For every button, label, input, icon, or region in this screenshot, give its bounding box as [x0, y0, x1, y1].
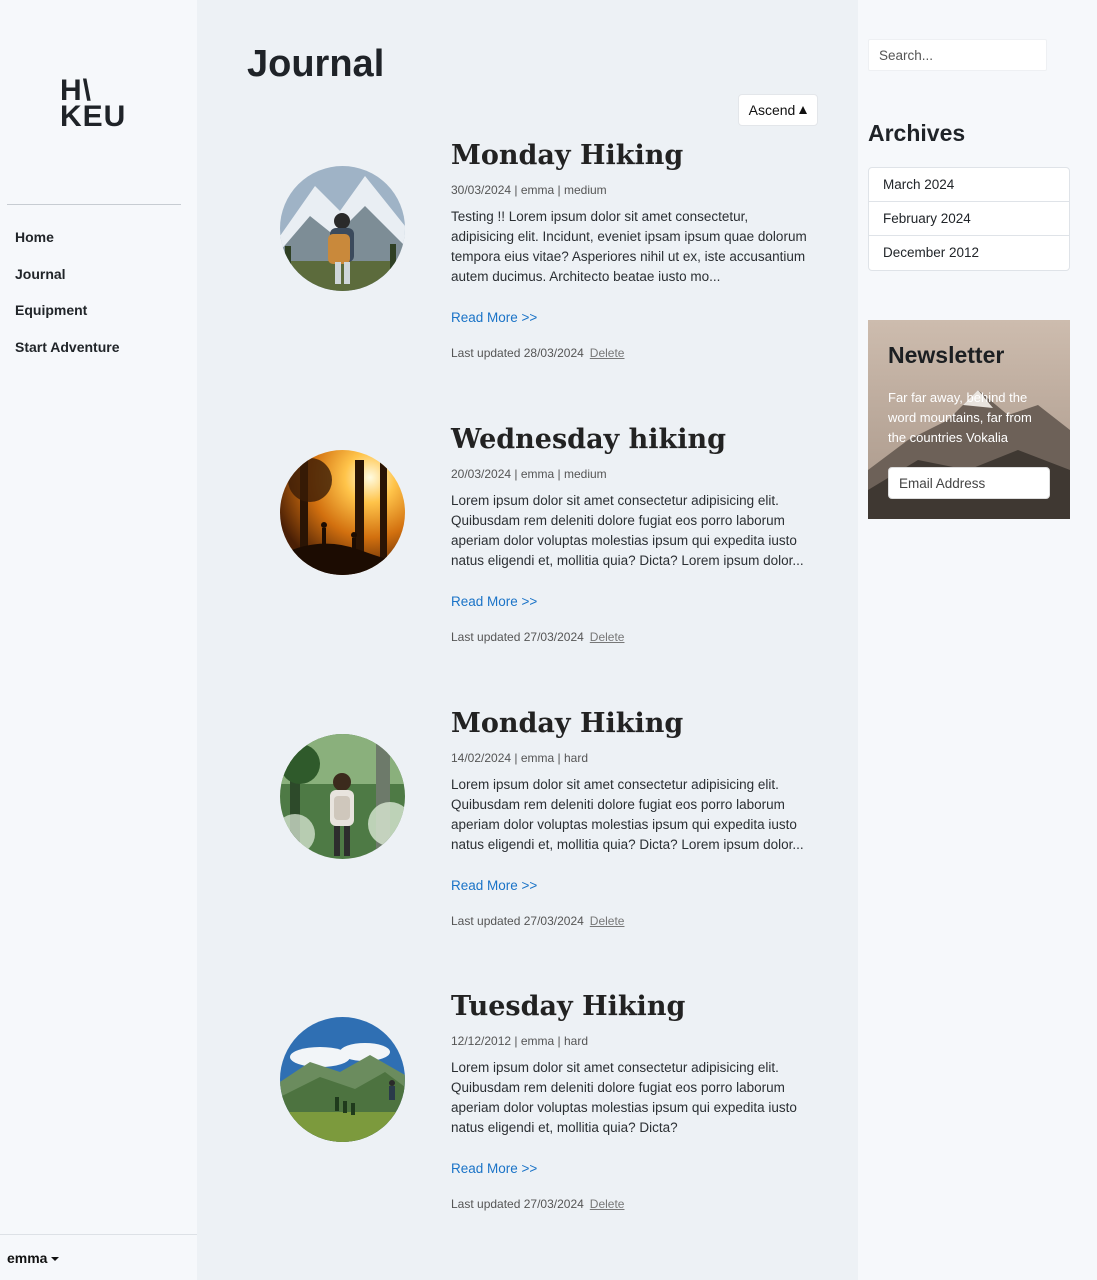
sidebar-footer-divider: [0, 1234, 197, 1235]
post-excerpt: Lorem ipsum dolor sit amet consectetur a…: [451, 493, 804, 568]
sidebar-nav: Home Journal Equipment Start Adventure: [15, 228, 120, 374]
delete-link[interactable]: Delete: [590, 914, 625, 928]
newsletter-text: Far far away, behind the word mountains,…: [888, 390, 1032, 445]
post-footer: Last updated 27/03/2024 Delete: [451, 630, 624, 644]
nav-item-start-adventure[interactable]: Start Adventure: [15, 338, 120, 375]
caret-down-icon: [51, 1257, 60, 1262]
delete-link[interactable]: Delete: [590, 1197, 625, 1211]
sort-button-label: Ascend: [748, 102, 796, 118]
nav-item-equipment[interactable]: Equipment: [15, 301, 120, 338]
post-excerpt: Lorem ipsum dolor sit amet consectetur a…: [451, 777, 804, 852]
post-updated: Last updated 27/03/2024: [451, 630, 584, 644]
post-thumbnail[interactable]: [280, 734, 405, 859]
archive-list: March 2024 February 2024 December 2012: [868, 167, 1070, 271]
journal-post: Tuesday Hiking 12/12/2012 | emma | hard …: [197, 991, 858, 1231]
sidebar: H\ KEU Home Journal Equipment Start Adve…: [0, 0, 197, 1280]
read-more-link[interactable]: Read More >>: [451, 594, 537, 609]
post-updated: Last updated 27/03/2024: [451, 1197, 584, 1211]
read-more-link[interactable]: Read More >>: [451, 878, 537, 893]
brand-logo[interactable]: H\ KEU: [60, 76, 127, 133]
search-input[interactable]: [868, 39, 1047, 71]
delete-link[interactable]: Delete: [590, 630, 625, 644]
journal-post: Monday Hiking 14/02/2024 | emma | hard L…: [197, 708, 858, 948]
hiker-snowy-mountains-image: [280, 166, 405, 291]
post-title[interactable]: Monday Hiking: [451, 708, 683, 739]
read-more-link[interactable]: Read More >>: [451, 310, 537, 325]
nav-item-home[interactable]: Home: [15, 228, 120, 265]
journal-post: Monday Hiking 30/03/2024 | emma | medium…: [197, 140, 858, 380]
newsletter-panel: Newsletter Far far away, behind the word…: [868, 320, 1070, 519]
post-excerpt: Testing !! Lorem ipsum dolor sit amet co…: [451, 209, 807, 284]
right-sidebar: Archives March 2024 February 2024 Decemb…: [858, 0, 1097, 1280]
post-footer: Last updated 27/03/2024 Delete: [451, 1197, 624, 1211]
archives-title: Archives: [868, 120, 966, 146]
newsletter-email-input[interactable]: [888, 467, 1050, 499]
sort-ascending-icon: [799, 106, 808, 114]
delete-link[interactable]: Delete: [590, 346, 625, 360]
brand-logo-line-2: KEU: [60, 100, 127, 133]
main-content: Journal Ascend Monday Hiking 30/03/2024 …: [197, 0, 858, 1280]
post-meta: 20/03/2024 | emma | medium: [451, 467, 607, 481]
post-thumbnail[interactable]: [280, 450, 405, 575]
user-name: emma: [7, 1250, 48, 1266]
archive-item[interactable]: December 2012: [869, 236, 1069, 270]
journal-post: Wednesday hiking 20/03/2024 | emma | med…: [197, 424, 858, 664]
post-thumbnail[interactable]: [280, 166, 405, 291]
post-footer: Last updated 28/03/2024 Delete: [451, 346, 624, 360]
post-title[interactable]: Monday Hiking: [451, 140, 683, 171]
post-thumbnail[interactable]: [280, 1017, 405, 1142]
user-menu[interactable]: emma: [7, 1250, 60, 1266]
nav-item-journal[interactable]: Journal: [15, 265, 120, 302]
post-title[interactable]: Tuesday Hiking: [451, 991, 685, 1022]
sort-button[interactable]: Ascend: [738, 94, 818, 126]
page-title: Journal: [247, 43, 385, 85]
newsletter-title: Newsletter: [888, 342, 1005, 368]
hiker-green-forest-image: [280, 734, 405, 859]
archive-item[interactable]: February 2024: [869, 202, 1069, 236]
post-footer: Last updated 27/03/2024 Delete: [451, 914, 624, 928]
sidebar-divider: [7, 204, 181, 205]
green-mountain-valley-image: [280, 1017, 405, 1142]
post-meta: 12/12/2012 | emma | hard: [451, 1034, 588, 1048]
post-meta: 30/03/2024 | emma | medium: [451, 183, 607, 197]
post-updated: Last updated 28/03/2024: [451, 346, 584, 360]
post-meta: 14/02/2024 | emma | hard: [451, 751, 588, 765]
post-excerpt: Lorem ipsum dolor sit amet consectetur a…: [451, 1060, 797, 1135]
archive-item[interactable]: March 2024: [869, 168, 1069, 202]
post-updated: Last updated 27/03/2024: [451, 914, 584, 928]
sunset-forest-silhouettes-image: [280, 450, 405, 575]
post-title[interactable]: Wednesday hiking: [451, 424, 726, 455]
read-more-link[interactable]: Read More >>: [451, 1161, 537, 1176]
